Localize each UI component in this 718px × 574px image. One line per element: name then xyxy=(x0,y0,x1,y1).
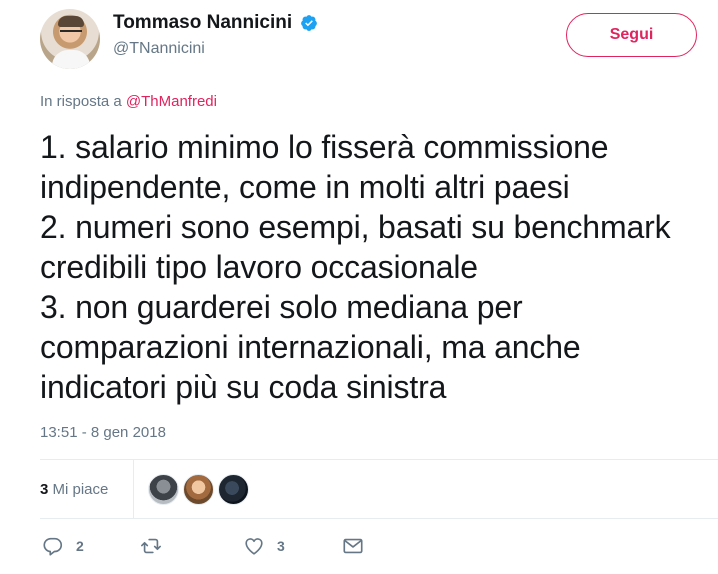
tweet-text: 1. salario minimo lo fisserà commissione… xyxy=(40,129,671,405)
stats-vertical-divider xyxy=(133,459,134,518)
liker-avatar[interactable] xyxy=(218,474,249,505)
tweet-actions: 2 3 xyxy=(40,535,700,565)
author-avatar[interactable] xyxy=(40,9,100,69)
likes-stat-count: 3 xyxy=(40,481,49,498)
follow-button[interactable]: Segui xyxy=(566,13,697,57)
reply-icon xyxy=(43,537,63,556)
avatar-glasses xyxy=(60,30,82,35)
likes-stat-label: Mi piace xyxy=(52,481,109,498)
author-display-name[interactable]: Tommaso Nannicini xyxy=(113,12,292,34)
like-button[interactable]: 3 xyxy=(243,535,285,557)
author-handle[interactable]: @TNannicini xyxy=(113,40,318,58)
avatar-shirt xyxy=(52,50,90,69)
verified-badge-icon xyxy=(300,15,317,31)
likers-avatars xyxy=(148,474,253,505)
stats-bottom-divider xyxy=(40,518,718,519)
envelope-icon xyxy=(343,538,363,554)
reply-button[interactable]: 2 xyxy=(42,535,84,557)
author-names[interactable]: Tommaso Nannicini @TNannicini xyxy=(113,12,318,58)
likes-stat[interactable]: 3 Mi piace xyxy=(40,481,108,498)
retweet-icon xyxy=(141,538,161,554)
like-count: 3 xyxy=(277,538,285,554)
tweet-header: Tommaso Nannicini @TNannicini Segui xyxy=(40,9,700,69)
avatar-hair xyxy=(58,16,84,27)
retweet-button[interactable] xyxy=(140,535,174,557)
reply-context: In risposta a @ThManfredi xyxy=(40,93,217,110)
stats-top-divider xyxy=(40,459,718,460)
reply-mention-link[interactable]: @ThManfredi xyxy=(126,93,217,110)
tweet-timestamp[interactable]: 13:51 - 8 gen 2018 xyxy=(40,424,166,441)
liker-avatar[interactable] xyxy=(148,474,179,505)
heart-icon xyxy=(245,538,263,555)
reply-count: 2 xyxy=(76,538,84,554)
liker-avatar[interactable] xyxy=(183,474,214,505)
reply-context-prefix: In risposta a xyxy=(40,93,122,110)
direct-message-button[interactable] xyxy=(342,535,364,557)
